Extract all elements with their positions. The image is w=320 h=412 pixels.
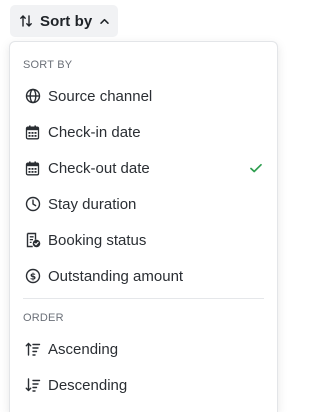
order-heading: ORDER <box>23 312 64 324</box>
sort-option-label: Outstanding amount <box>48 267 184 285</box>
sort-option-label: Source channel <box>48 87 153 105</box>
order-option-label: Ascending <box>48 340 119 358</box>
svg-text:$: $ <box>29 272 35 282</box>
sort-dropdown-menu: SORT BY Source channel Check-in date Che… <box>9 41 278 412</box>
clock-icon <box>24 196 41 213</box>
globe-icon <box>24 88 41 105</box>
sort-by-heading: SORT BY <box>23 59 73 71</box>
sort-option-label: Stay duration <box>48 195 137 213</box>
checkmark-icon <box>249 161 263 175</box>
sort-option-outstanding-amount[interactable]: $ Outstanding amount <box>10 259 277 293</box>
sort-option-stay-duration[interactable]: Stay duration <box>10 187 277 221</box>
calendar-icon <box>24 124 41 141</box>
chevron-up-icon <box>99 16 110 27</box>
sort-ascending-icon <box>24 341 41 358</box>
document-check-icon <box>24 232 41 249</box>
sort-option-check-out-date[interactable]: Check-out date <box>10 151 277 185</box>
sort-by-button[interactable]: Sort by <box>10 5 118 37</box>
sort-descending-icon <box>24 377 41 394</box>
sort-arrows-icon <box>19 14 33 28</box>
sort-option-check-in-date[interactable]: Check-in date <box>10 115 277 149</box>
sort-by-label: Sort by <box>40 12 93 30</box>
sort-option-label: Booking status <box>48 231 147 249</box>
sort-option-source-channel[interactable]: Source channel <box>10 79 277 113</box>
order-option-descending[interactable]: Descending <box>10 368 277 402</box>
order-option-ascending[interactable]: Ascending <box>10 332 277 366</box>
sort-option-label: Check-out date <box>48 159 150 177</box>
section-divider <box>23 298 264 299</box>
calendar-icon <box>24 160 41 177</box>
sort-option-booking-status[interactable]: Booking status <box>10 223 277 257</box>
dollar-coin-icon: $ <box>24 268 41 285</box>
order-option-label: Descending <box>48 376 128 394</box>
sort-option-label: Check-in date <box>48 123 141 141</box>
